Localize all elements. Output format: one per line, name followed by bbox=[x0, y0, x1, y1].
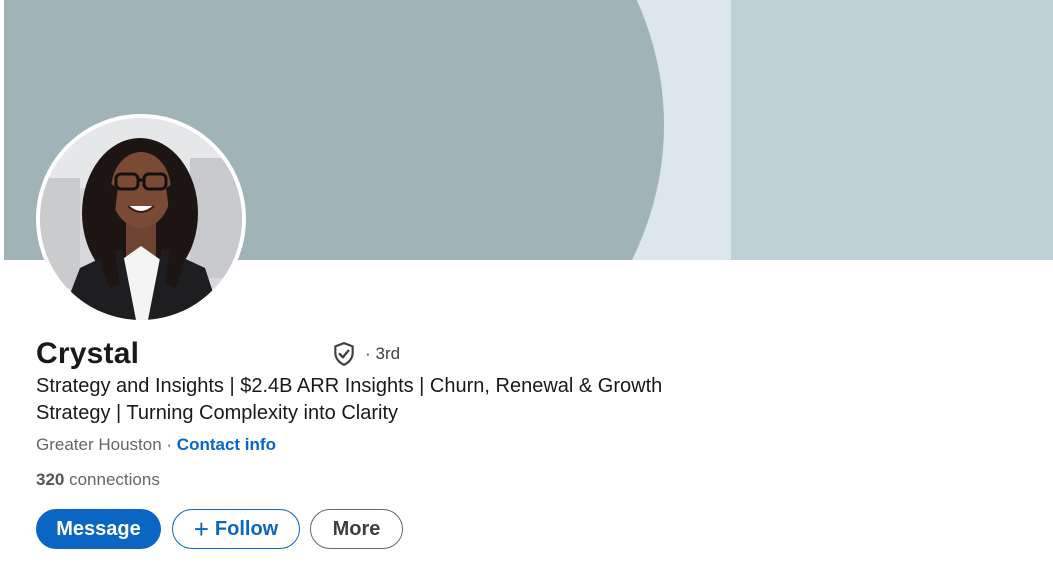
cover-right-panel bbox=[731, 0, 1053, 260]
location-row: Greater Houston · Contact info bbox=[36, 435, 276, 455]
profile-name: Crystal bbox=[36, 337, 140, 370]
headline-line-2: Strategy | Turning Complexity into Clari… bbox=[36, 402, 399, 424]
contact-info-link[interactable]: Contact info bbox=[177, 435, 276, 454]
connections-label: connections bbox=[64, 470, 160, 489]
profile-card: Crystal · 3rd Strategy and Insights | $2… bbox=[0, 0, 1053, 581]
shield-check-icon[interactable] bbox=[331, 341, 357, 367]
more-button[interactable]: More bbox=[310, 509, 403, 549]
connections-count[interactable]: 320 connections bbox=[36, 470, 160, 490]
message-button[interactable]: Message bbox=[36, 509, 161, 549]
plus-icon: + bbox=[193, 514, 209, 544]
follow-button[interactable]: + Follow bbox=[172, 509, 300, 549]
name-row: Crystal · 3rd bbox=[36, 334, 400, 374]
connections-number: 320 bbox=[36, 470, 65, 489]
avatar[interactable] bbox=[36, 114, 246, 324]
follow-label: Follow bbox=[214, 517, 279, 540]
location-text: Greater Houston bbox=[36, 435, 162, 454]
headline-line-1: Strategy and Insights | $2.4B ARR Insigh… bbox=[36, 375, 663, 397]
location-separator: · bbox=[161, 435, 177, 454]
connection-degree: · 3rd bbox=[365, 344, 401, 363]
profile-actions: Message + Follow More bbox=[36, 509, 403, 549]
avatar-photo bbox=[40, 118, 242, 320]
profile-headline: Strategy and Insights | $2.4B ARR Insigh… bbox=[36, 373, 696, 427]
